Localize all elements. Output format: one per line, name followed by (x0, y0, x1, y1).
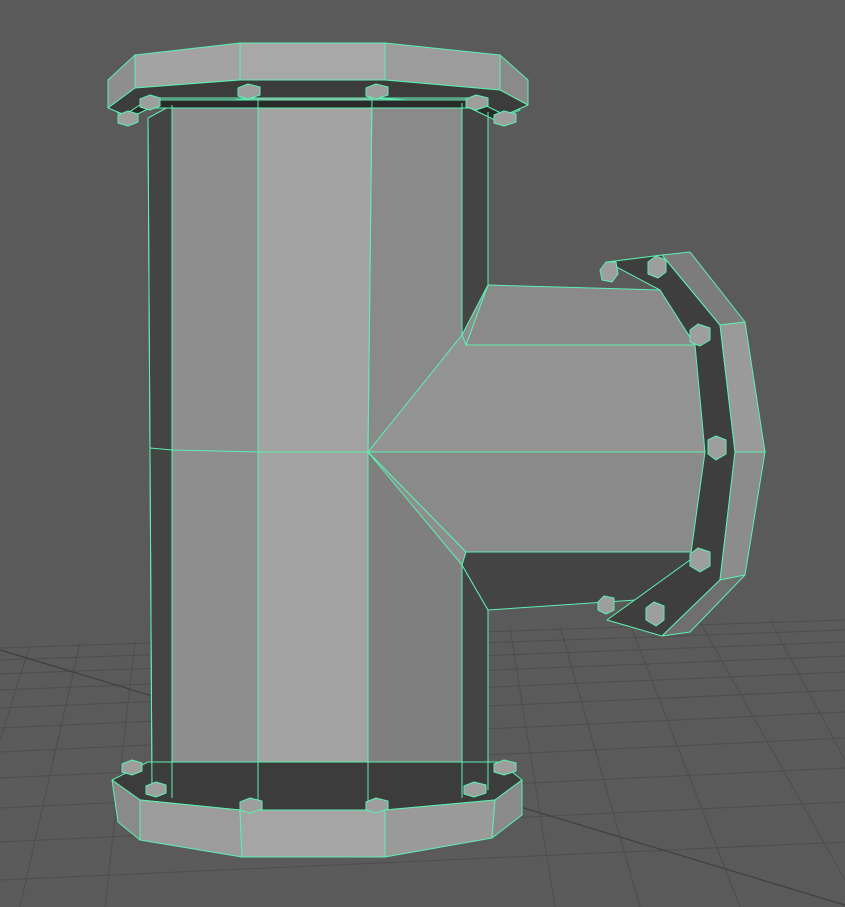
branch-face-top (465, 284, 696, 346)
pipe-face-center (257, 97, 373, 811)
bottom-flange-face-3 (384, 799, 496, 858)
hex-bolt-icon (599, 261, 619, 283)
top-flange-face-2 (239, 42, 386, 81)
hex-bolt-icon (493, 110, 517, 127)
scene-canvas[interactable] (0, 0, 845, 907)
bottom-flange-face-2 (239, 809, 386, 858)
pipe-face-left (171, 97, 259, 811)
3d-viewport[interactable] (0, 0, 845, 907)
bottom-flange-face-1 (139, 799, 243, 858)
pipe-tee-mesh[interactable] (107, 42, 766, 858)
